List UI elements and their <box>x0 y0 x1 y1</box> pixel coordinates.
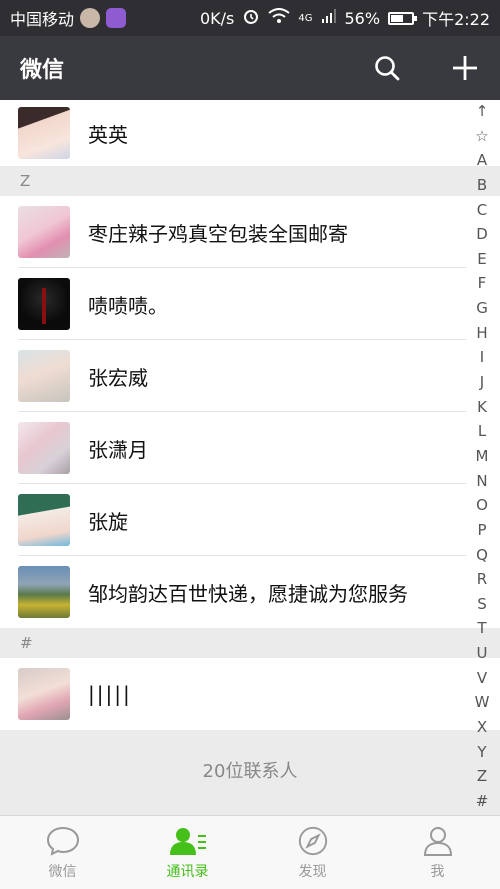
index-letter[interactable]: # <box>476 792 489 810</box>
contact-row[interactable]: 英英 <box>0 100 500 166</box>
index-letter[interactable]: C <box>477 201 487 219</box>
index-letter[interactable]: V <box>477 669 487 687</box>
chat-bubble-icon <box>46 826 79 856</box>
avatar <box>18 278 70 330</box>
carrier-label: 中国移动 <box>10 10 75 29</box>
contact-row[interactable]: 邹均韵达百世快递，愿捷诚为您服务 <box>0 556 500 628</box>
index-letter[interactable]: G <box>476 299 488 317</box>
contact-row[interactable]: 张潇月 <box>0 412 500 484</box>
avatar <box>18 668 70 720</box>
contact-count: 20位联系人 <box>0 730 500 810</box>
contact-name: ||||| <box>88 682 132 706</box>
index-letter[interactable]: O <box>476 496 488 514</box>
clock: 下午2:22 <box>422 10 490 29</box>
index-letter[interactable]: S <box>477 595 487 613</box>
avatar <box>18 206 70 258</box>
add-button[interactable] <box>450 53 480 83</box>
index-letter[interactable]: W <box>475 693 490 711</box>
contact-row[interactable]: 啧啧啧。 <box>0 268 500 340</box>
contact-row[interactable]: 枣庄辣子鸡真空包装全国邮寄 <box>0 196 500 268</box>
bottom-tab-bar: 微信 通讯录 发现 我 <box>0 815 500 889</box>
contact-row[interactable]: 张旋 <box>0 484 500 556</box>
contact-name: 邹均韵达百世快递，愿捷诚为您服务 <box>88 581 408 606</box>
index-letter[interactable]: ☆ <box>475 127 488 145</box>
tab-label: 发现 <box>298 863 327 880</box>
index-letter[interactable]: U <box>477 644 488 662</box>
search-icon <box>375 56 400 81</box>
index-letter[interactable]: A <box>477 151 487 169</box>
plus-icon <box>453 56 477 80</box>
index-letter[interactable]: X <box>477 718 487 736</box>
tab-discover[interactable]: 发现 <box>250 816 375 889</box>
index-letter[interactable]: I <box>480 348 484 366</box>
index-letter[interactable]: H <box>476 324 487 342</box>
index-letter[interactable]: E <box>477 250 486 268</box>
index-letter[interactable]: D <box>476 225 488 243</box>
avatar <box>18 494 70 546</box>
notification-app-icon <box>80 8 101 28</box>
signal-icon <box>321 8 337 28</box>
tab-label: 通讯录 <box>166 863 209 880</box>
contact-list[interactable]: 英英 Z 枣庄辣子鸡真空包装全国邮寄 啧啧啧。 张宏威 张潇月 张旋 邹均韵达百… <box>0 100 500 815</box>
avatar <box>18 350 70 402</box>
index-letter[interactable]: J <box>480 373 484 391</box>
avatar <box>18 107 70 159</box>
index-letter[interactable]: M <box>476 447 489 465</box>
contact-name: 张潇月 <box>88 437 148 462</box>
search-button[interactable] <box>372 53 402 83</box>
avatar <box>18 566 70 618</box>
tab-contacts[interactable]: 通讯录 <box>125 816 250 889</box>
index-letter[interactable]: L <box>478 422 486 440</box>
battery-percent: 56% <box>344 8 381 28</box>
alphabet-index[interactable]: ↑ ☆ A B C D E F G H I J K L M N O P Q R S T U V W X Y Z # <box>470 102 494 810</box>
app-header: 微信 <box>0 36 500 100</box>
compass-icon <box>298 826 327 855</box>
notification-gallery-icon <box>106 8 127 28</box>
contact-name: 英英 <box>88 122 128 147</box>
index-letter[interactable]: Z <box>477 767 487 785</box>
contact-row[interactable]: ||||| <box>0 658 500 730</box>
index-letter[interactable]: ↑ <box>476 102 489 120</box>
contact-name: 枣庄辣子鸡真空包装全国邮寄 <box>88 221 348 246</box>
wifi-icon <box>268 8 290 28</box>
index-letter[interactable]: T <box>477 619 486 637</box>
avatar <box>18 422 70 474</box>
person-icon <box>423 826 452 856</box>
section-header: Z <box>0 166 500 196</box>
index-letter[interactable]: F <box>478 274 487 292</box>
status-bar: 中国移动 0K/s 4G 56% 下午2:22 <box>0 0 500 36</box>
section-header: # <box>0 628 500 658</box>
contacts-icon <box>169 827 206 855</box>
contact-name: 张旋 <box>88 509 128 534</box>
contact-name: 啧啧啧。 <box>88 293 168 318</box>
network-type: 4G <box>298 12 313 24</box>
contact-name: 张宏威 <box>88 365 148 390</box>
battery-icon <box>388 11 418 25</box>
index-letter[interactable]: B <box>477 176 487 194</box>
index-letter[interactable]: N <box>476 472 487 490</box>
tab-me[interactable]: 我 <box>375 816 500 889</box>
tab-label: 我 <box>430 863 445 880</box>
index-letter[interactable]: P <box>477 521 486 539</box>
page-title: 微信 <box>20 58 65 83</box>
index-letter[interactable]: R <box>477 570 487 588</box>
index-letter[interactable]: Y <box>477 743 486 761</box>
tab-chats[interactable]: 微信 <box>0 816 125 889</box>
index-letter[interactable]: Q <box>476 546 488 564</box>
network-speed: 0K/s <box>199 8 235 28</box>
contact-row[interactable]: 张宏威 <box>0 340 500 412</box>
index-letter[interactable]: K <box>477 398 487 416</box>
tab-label: 微信 <box>48 863 77 880</box>
alarm-icon <box>242 7 260 29</box>
